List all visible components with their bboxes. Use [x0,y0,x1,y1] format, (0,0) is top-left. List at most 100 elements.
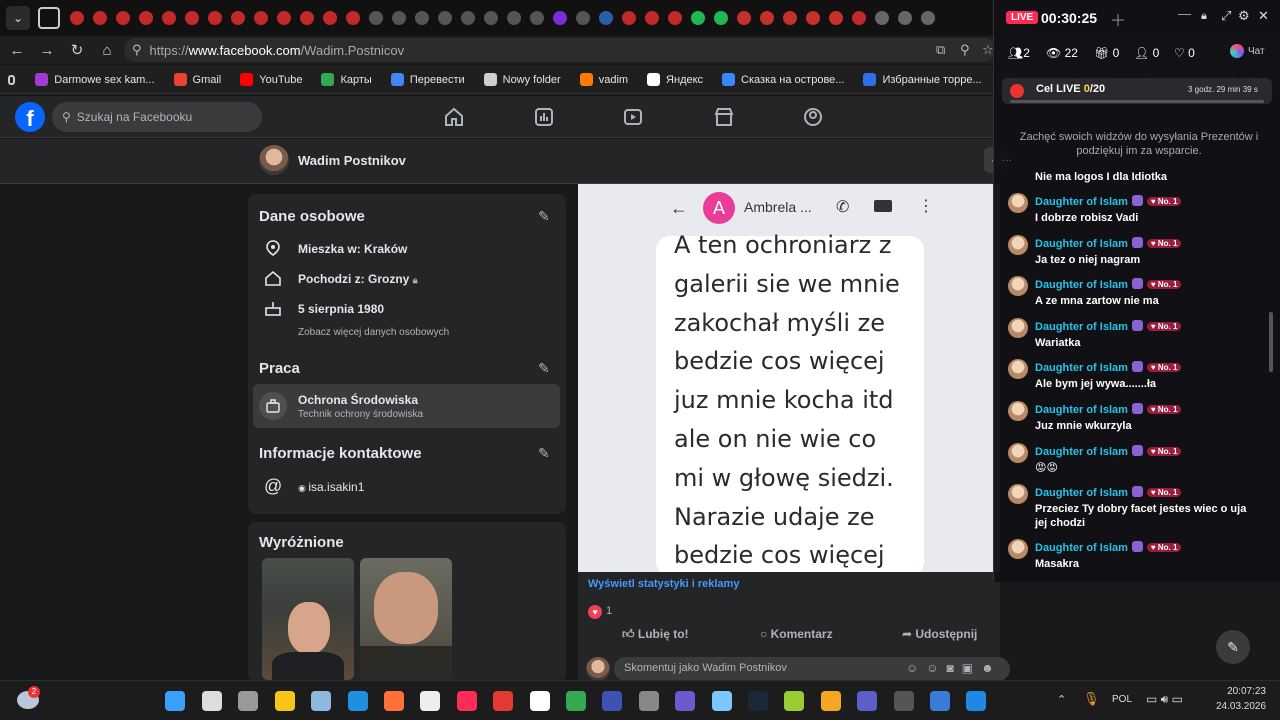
tab-favicon-icon[interactable] [323,11,337,25]
chat-user-avatar[interactable] [1008,359,1028,380]
taskbar-app-icon[interactable] [638,691,659,711]
featured-photo-1[interactable] [262,558,354,680]
tab-favicon-icon[interactable] [277,11,291,25]
tab-favicon-icon[interactable] [231,11,245,25]
chat-username[interactable]: Daughter of Islam ♥ No. 1 [1035,444,1182,458]
tab-favicon-icon[interactable] [783,11,797,25]
tab-favicon-icon[interactable] [737,11,751,25]
facebook-search-input[interactable]: ⚲ Szukaj na Facebooku [52,102,262,132]
tab-favicon-icon[interactable] [852,11,866,25]
chat-label[interactable]: Чат [1248,46,1265,57]
video-icon[interactable] [622,106,644,128]
tab-favicon-icon[interactable] [714,11,728,25]
bookmark-item[interactable]: Gmail [173,73,221,86]
tab-favicon-icon[interactable] [162,11,176,25]
bookmark-item[interactable]: vadim [579,73,628,86]
bookmark-item[interactable]: Nowy folder [483,73,561,86]
chat-user-avatar[interactable] [1008,276,1028,297]
tab-favicon-icon[interactable] [622,11,636,25]
featured-photo-2[interactable] [360,558,452,680]
tab-favicon-icon[interactable] [415,11,429,25]
tab-favicon-icon[interactable] [599,11,613,25]
tab-favicon-icon[interactable] [553,11,567,25]
taskbar-app-icon[interactable] [274,691,295,711]
tab-favicon-icon[interactable] [369,11,383,25]
site-info-icon[interactable]: ⚲ [132,42,142,58]
bookmark-star-icon[interactable]: ☆ [982,42,994,58]
chat-scrollbar[interactable] [1269,312,1273,372]
tab-favicon-icon[interactable] [898,11,912,25]
taskbar-app-icon[interactable] [820,691,841,711]
reaction-count[interactable]: 1 [606,605,612,617]
tab-favicon-icon[interactable] [507,11,521,25]
settings-gear-icon[interactable]: ⚙ [1238,8,1250,24]
tab-favicon-icon[interactable] [461,11,475,25]
taskbar-app-icon[interactable] [566,691,586,711]
taskbar-app-icon[interactable] [165,691,185,711]
taskbar-app-icon[interactable] [602,691,623,711]
profile-name[interactable]: Wadim Postnikov [298,153,406,168]
live-goal-bar[interactable]: Cel LIVE 0/20 3 godz. 29 min 39 s [1002,78,1272,104]
facebook-logo[interactable]: f [15,102,45,132]
tab-favicon-icon[interactable] [116,11,130,25]
chat-username[interactable]: Daughter of Islam ♥ No. 1 [1035,278,1182,291]
chat-username[interactable]: Daughter of Islam ♥ No. 1 [1035,541,1182,554]
bookmark-item[interactable]: Избранные торре... [863,73,982,86]
taskbar-app-icon[interactable] [675,691,696,711]
edit-contact-icon[interactable]: ✎ [538,445,550,462]
tab-favicon-icon[interactable] [185,11,199,25]
chat-user-avatar[interactable] [1008,442,1028,463]
post-image[interactable]: ← A Ambrela ... ✆ ⋮ A ten ochroniarz z ga… [578,184,1000,572]
tab-favicon-icon[interactable] [530,11,544,25]
bookmarks-menu-icon[interactable] [8,74,16,85]
forward-button[interactable]: → [32,37,62,63]
bookmark-item[interactable]: Карты [321,73,372,86]
tab-favicon-icon[interactable] [300,11,314,25]
taskbar-app-icon[interactable] [930,691,950,711]
taskbar-app-icon[interactable] [347,691,368,711]
marketplace-icon[interactable] [713,106,735,128]
add-icon[interactable]: ＋ [1110,7,1126,31]
bookmark-item[interactable]: YouTube [240,73,302,86]
overlay-more-icon[interactable]: ··· [1002,155,1012,166]
bookmark-item[interactable]: Перевести [390,73,465,86]
workspaces-icon[interactable] [38,7,60,29]
language-indicator[interactable]: POL [1112,694,1132,705]
taskbar-app-icon[interactable] [784,691,805,711]
groups-icon[interactable] [802,106,824,128]
taskbar-app-icon[interactable] [238,691,259,711]
chat-username[interactable]: Daughter of Islam ♥ No. 1 [1035,319,1182,333]
chat-user-avatar[interactable] [1008,193,1028,213]
tab-favicon-icon[interactable] [346,11,360,25]
chat-username[interactable]: Daughter of Islam ♥ No. 1 [1035,195,1182,208]
taskbar-app-icon[interactable] [857,691,878,711]
zoom-icon[interactable]: ⚲ [960,42,970,58]
taskbar-app-icon[interactable] [202,691,222,711]
tab-favicon-icon[interactable] [139,11,153,25]
more-personal-link[interactable]: Zobacz więcej danych osobowych [298,327,449,338]
tab-favicon-icon[interactable] [576,11,590,25]
show-hidden-icons-button[interactable]: ⌃ [1057,693,1066,706]
fullscreen-icon[interactable]: ⤢ [1221,8,1231,24]
chat-logo-icon[interactable] [1230,44,1244,58]
chat-user-avatar[interactable] [1008,317,1028,338]
system-tray-icons[interactable]: ▭ 🔊︎ ▭ [1146,692,1183,707]
back-button[interactable]: ← [2,37,32,63]
edit-work-icon[interactable]: ✎ [538,360,550,377]
tab-favicon-icon[interactable] [921,11,935,25]
lock-overlay-icon[interactable]: 🔒︎ [1201,10,1207,23]
share-button[interactable]: ➦ Udostępnij [902,627,977,641]
chat-user-avatar[interactable] [1008,401,1028,421]
tab-favicon-icon[interactable] [829,11,843,25]
bookmark-item[interactable]: Яндекс [647,73,703,86]
tab-favicon-icon[interactable] [806,11,820,25]
tab-favicon-icon[interactable] [691,11,705,25]
url-field[interactable]: ⚲ https://www.facebook.com/Wadim.Postnic… [124,38,996,62]
bookmark-item[interactable]: Darmowe sex kam... [35,73,155,86]
view-stats-link[interactable]: Wyświetl statystyki i reklamy [588,578,739,590]
tab-favicon-icon[interactable] [438,11,452,25]
comment-input[interactable]: Skomentuj jako Wadim Postnikov ☺☺◙▣☻ [614,657,1010,681]
tab-favicon-icon[interactable] [70,11,84,25]
tab-favicon-icon[interactable] [484,11,498,25]
chat-username[interactable]: Daughter of Islam ♥ No. 1 [1035,361,1182,374]
